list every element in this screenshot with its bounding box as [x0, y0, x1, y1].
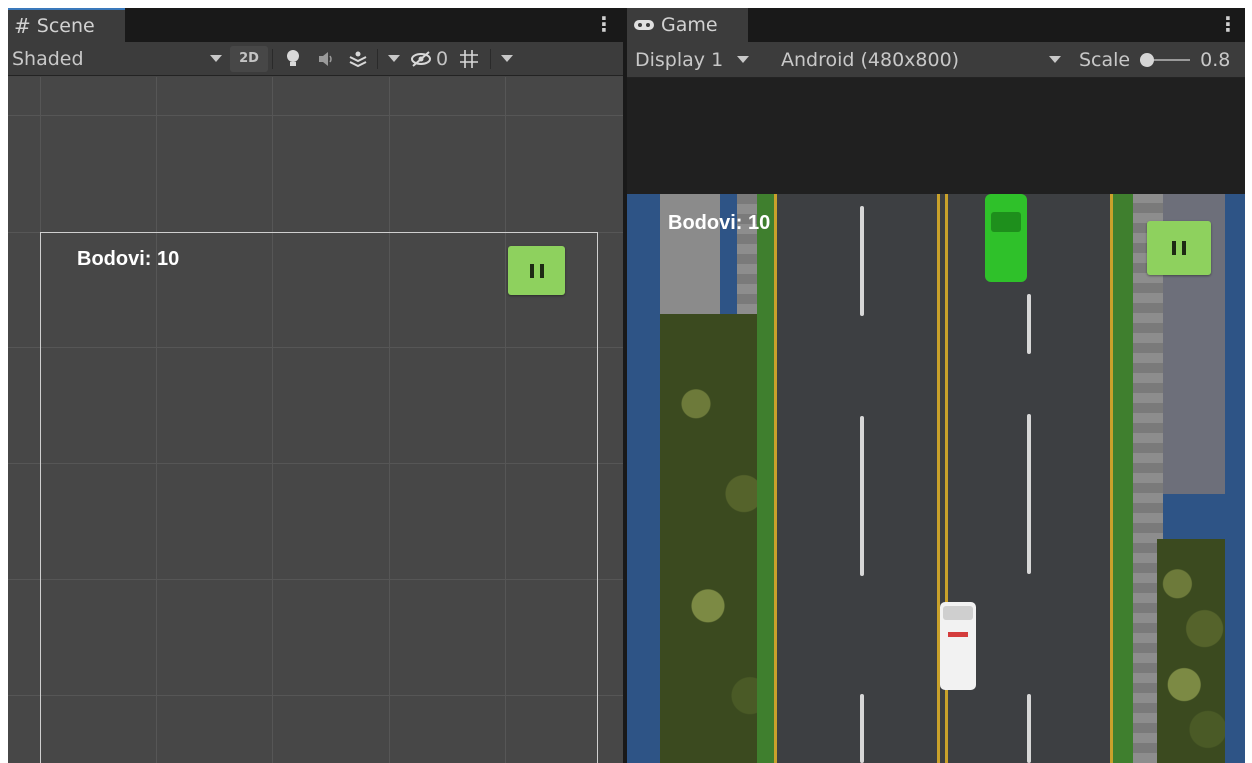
- hidden-count: 0: [436, 47, 449, 70]
- resolution-value: Android (480x800): [781, 48, 960, 71]
- game-panel: Game ⋮ Display 1 Android (480x800) Scale…: [627, 8, 1245, 763]
- scene-pause-button[interactable]: [508, 246, 565, 295]
- game-pause-button[interactable]: [1147, 221, 1211, 275]
- resolution-dropdown[interactable]: Android (480x800): [775, 49, 1071, 71]
- lane-dash: [1027, 414, 1031, 574]
- grid-line: [8, 115, 623, 116]
- lightbulb-icon[interactable]: [277, 46, 309, 72]
- canvas-bounds-frame: [40, 232, 598, 763]
- gamepad-icon: [634, 20, 654, 30]
- chevron-down-icon: [1049, 56, 1061, 63]
- toggle-2d-button[interactable]: 2D: [230, 45, 268, 72]
- scene-panel: # Scene ⋮ Shaded 2D 0 Bodovi: 10: [8, 8, 623, 763]
- scene-score-label: Bodovi: 10: [77, 248, 180, 270]
- game-viewport[interactable]: Bodovi: 10: [627, 194, 1245, 763]
- scene-viewport[interactable]: Bodovi: 10: [8, 77, 623, 763]
- toolbar-divider: [272, 48, 273, 69]
- toolbar-divider: [377, 48, 378, 69]
- lane-dash: [1027, 294, 1031, 354]
- lane-dash: [860, 416, 864, 576]
- tab-game[interactable]: Game: [627, 8, 748, 42]
- scale-value: 0.8: [1200, 48, 1231, 71]
- scale-slider[interactable]: [1140, 52, 1191, 67]
- chevron-down-icon: [737, 56, 750, 63]
- tab-game-label: Game: [661, 14, 718, 36]
- display-dropdown[interactable]: Display 1: [627, 49, 775, 71]
- tab-scene[interactable]: # Scene: [8, 8, 125, 42]
- scene-tabbar: # Scene ⋮: [8, 8, 623, 42]
- pause-icon: [1172, 241, 1186, 255]
- scale-control: Scale 0.8: [1071, 49, 1230, 71]
- game-menu-icon[interactable]: ⋮: [1218, 12, 1238, 36]
- game-toolbar: Display 1 Android (480x800) Scale 0.8: [627, 42, 1245, 78]
- hidden-eye-icon: [411, 50, 431, 67]
- tab-scene-label: Scene: [36, 15, 95, 37]
- grid-dropdown-arrow[interactable]: [501, 55, 514, 62]
- grid-hash-icon: #: [14, 14, 31, 38]
- shading-mode-value: Shaded: [12, 47, 84, 70]
- speaker-icon[interactable]: [309, 46, 343, 72]
- slider-thumb[interactable]: [1140, 52, 1155, 67]
- lane-dash: [860, 694, 864, 763]
- effects-icon[interactable]: [343, 46, 373, 72]
- display-value: Display 1: [635, 48, 724, 71]
- game-score-label: Bodovi: 10: [668, 212, 771, 234]
- lane-dash: [860, 206, 864, 316]
- toolbar-divider: [490, 48, 492, 69]
- ambulance-player: [940, 602, 976, 690]
- green-car: [985, 194, 1027, 282]
- game-tabbar: Game ⋮: [627, 8, 1245, 42]
- chevron-down-icon: [210, 55, 222, 62]
- scene-toolbar: Shaded 2D 0: [8, 42, 623, 76]
- right-trees: [1157, 539, 1225, 763]
- effects-dropdown-arrow[interactable]: [388, 55, 400, 62]
- right-grass-strip: [1113, 194, 1133, 763]
- lane-dash: [1027, 694, 1031, 763]
- pause-icon: [529, 263, 544, 278]
- scene-menu-icon[interactable]: ⋮: [594, 12, 614, 36]
- grid-toggle-icon[interactable]: [452, 46, 486, 72]
- scale-label: Scale: [1079, 48, 1131, 71]
- shading-mode-dropdown[interactable]: Shaded: [8, 48, 230, 70]
- visibility-toggle-button[interactable]: 0: [406, 46, 452, 72]
